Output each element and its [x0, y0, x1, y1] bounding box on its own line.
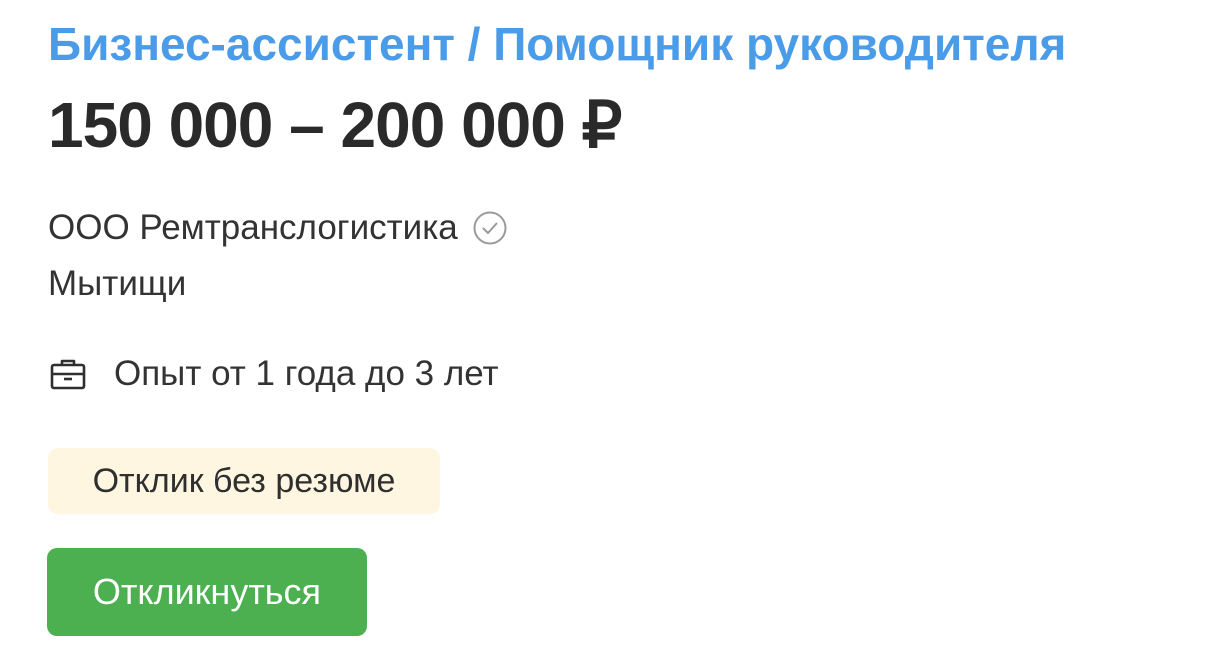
company-row: ООО Ремтранслогистика	[48, 206, 508, 250]
apply-button[interactable]: Откликнуться	[47, 548, 367, 636]
check-circle-icon	[472, 210, 508, 246]
salary: 150 000 – 200 000 ₽	[48, 89, 622, 161]
experience-row: Опыт от 1 года до 3 лет	[48, 352, 499, 396]
city: Мытищи	[48, 264, 187, 303]
briefcase-icon	[48, 354, 88, 394]
vacancy-title-link[interactable]: Бизнес-ассистент / Помощник руководителя	[48, 14, 1066, 74]
no-resume-badge: Отклик без резюме	[48, 448, 440, 514]
experience-text: Опыт от 1 года до 3 лет	[114, 354, 499, 393]
vacancy-card: Бизнес-ассистент / Помощник руководителя…	[0, 0, 1212, 670]
company-name-link[interactable]: ООО Ремтранслогистика	[48, 208, 458, 248]
